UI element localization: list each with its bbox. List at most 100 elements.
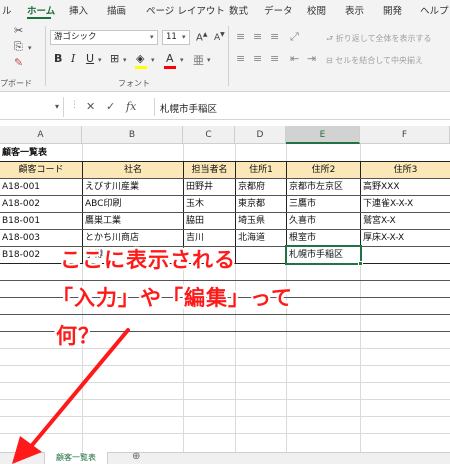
merge-center-button[interactable]: ⊟ セルを結合して中央揃え <box>326 55 423 66</box>
table-cell[interactable]: 三鷹市 <box>287 196 360 212</box>
borders-icon[interactable]: ⊞ <box>110 52 119 65</box>
copy-icon[interactable]: ⎘ <box>14 40 23 54</box>
ribbon-divider <box>228 26 229 86</box>
align-middle-icon[interactable]: ≡ <box>253 30 262 43</box>
align-left-icon[interactable]: ≡ <box>236 52 245 65</box>
table-cell[interactable]: 鷹巣工業 <box>83 213 183 229</box>
chevron-down-icon[interactable]: ▾ <box>98 56 102 64</box>
sheet-title: 顧客一覧表 <box>2 148 48 158</box>
header-cell: 住所1 <box>236 162 286 178</box>
underline-icon[interactable]: U <box>86 52 94 65</box>
align-bottom-icon[interactable]: ≡ <box>270 30 279 43</box>
table-cell[interactable]: 京都市左京区 <box>287 179 360 195</box>
increase-font-icon[interactable]: A▲ <box>196 31 207 43</box>
column-header-e[interactable]: E <box>286 126 360 144</box>
cut-icon[interactable]: ✂ <box>14 24 23 37</box>
sheet-tab-bar: 顧客一覧表 ⊕ <box>0 451 450 464</box>
font-name-select[interactable]: 游ゴシック <box>50 30 158 45</box>
clipboard-group-label: プボード <box>0 79 32 88</box>
column-header-c[interactable]: C <box>183 126 235 144</box>
bold-icon[interactable]: B <box>54 52 62 65</box>
tab-review[interactable]: 校閲 <box>307 3 326 17</box>
orientation-icon[interactable]: ⤢ <box>290 30 299 44</box>
decrease-indent-icon[interactable]: ⇤ <box>290 52 299 65</box>
merge-center-label: セルを結合して中央揃え <box>335 56 424 65</box>
table-cell[interactable]: 脇田 <box>184 213 235 229</box>
align-right-icon[interactable]: ≡ <box>270 52 279 65</box>
table-cell[interactable]: A18-002 <box>0 196 82 212</box>
active-cell-border <box>285 245 362 265</box>
increase-indent-icon[interactable]: ⇥ <box>307 52 316 65</box>
align-top-icon[interactable]: ≡ <box>236 30 245 43</box>
font-color-swatch <box>164 66 176 69</box>
fill-handle[interactable] <box>358 261 363 266</box>
tab-home[interactable]: ホーム <box>27 3 55 17</box>
table-cell[interactable]: 根室市 <box>287 230 360 246</box>
table-cell[interactable]: えびす川産業 <box>83 179 183 195</box>
add-sheet-icon[interactable]: ⊕ <box>132 451 140 462</box>
chevron-down-icon[interactable]: ▾ <box>180 56 184 64</box>
format-painter-icon[interactable]: ✎ <box>14 56 23 69</box>
table-cell[interactable]: 厚床X-X-X <box>361 230 450 246</box>
fill-color-swatch <box>135 66 147 69</box>
header-cell: 顧客コード <box>0 162 82 178</box>
formula-input[interactable]: 札幌市手稲区 <box>160 101 217 115</box>
phonetic-icon[interactable]: 亜 <box>193 52 204 68</box>
fill-color-icon[interactable]: ◈ <box>136 52 144 65</box>
decrease-font-icon[interactable]: A▼ <box>214 31 225 43</box>
tab-data[interactable]: データ <box>264 3 293 17</box>
sheet-tab[interactable]: 顧客一覧表 <box>44 452 108 464</box>
column-header-b[interactable]: B <box>82 126 183 144</box>
chevron-down-icon[interactable]: ▾ <box>207 56 211 64</box>
chevron-down-icon[interactable]: ▾ <box>182 33 186 41</box>
function-icon[interactable]: fx <box>126 100 136 113</box>
column-header-d[interactable]: D <box>235 126 286 144</box>
active-tab-indicator <box>27 17 51 19</box>
font-group-label: フォント <box>118 79 150 88</box>
formula-divider <box>154 98 155 116</box>
tab-formulas[interactable]: 数式 <box>229 3 248 17</box>
tab-file[interactable]: ル <box>2 3 12 17</box>
column-header-f[interactable]: F <box>360 126 450 144</box>
font-color-icon[interactable]: A <box>166 52 174 65</box>
chevron-down-icon[interactable]: ▾ <box>150 33 154 41</box>
table-cell[interactable]: 下連雀X-X-X <box>361 196 450 212</box>
chevron-down-icon[interactable]: ▾ <box>55 102 59 111</box>
chevron-down-icon[interactable]: ▾ <box>123 56 127 64</box>
tab-help[interactable]: ヘルプ <box>420 3 449 17</box>
tab-draw[interactable]: 描画 <box>107 3 126 17</box>
cancel-icon[interactable]: ✕ <box>86 100 95 113</box>
drag-handle-icon[interactable]: ⋮ <box>70 100 79 110</box>
align-center-icon[interactable]: ≡ <box>253 52 262 65</box>
table-cell[interactable]: 京都府 <box>236 179 286 195</box>
tab-insert[interactable]: 挿入 <box>69 3 88 17</box>
column-header-a[interactable]: A <box>0 126 82 144</box>
formula-bar: ▾ ⋮ ✕ ✓ fx 札幌市手稲区 <box>0 94 450 120</box>
header-cell: 社名 <box>83 162 183 178</box>
wrap-text-button[interactable]: ⮐ 折り返して全体を表示する <box>326 33 432 47</box>
table-cell[interactable]: B18-001 <box>0 213 82 229</box>
italic-icon[interactable]: I <box>71 52 75 65</box>
table-cell[interactable]: A18-001 <box>0 179 82 195</box>
annotation-line-2: 「入力」や「編集」って <box>52 286 293 310</box>
ribbon-tab-bar: ル ホーム 挿入 描画 ページ レイアウト 数式 データ 校閲 表示 開発 ヘル… <box>0 0 450 20</box>
table-cell[interactable]: 東京都 <box>236 196 286 212</box>
table-cell[interactable]: 埼玉県 <box>236 213 286 229</box>
table-cell[interactable]: 高野XXX <box>361 179 450 195</box>
tab-page-layout[interactable]: ページ レイアウト <box>146 3 225 17</box>
table-cell[interactable]: 北海道 <box>236 230 286 246</box>
copy-dropdown-icon[interactable]: ▾ <box>28 44 32 52</box>
annotation-line-1: ここに表示される <box>60 248 236 272</box>
ribbon: ✂ ⎘ ✎ ▾ プボード 游ゴシック ▾ 11 ▾ A▲ A▼ B I U ▾ … <box>0 20 450 92</box>
tab-view[interactable]: 表示 <box>345 3 364 17</box>
table-cell[interactable]: 玉木 <box>184 196 235 212</box>
table-cell[interactable]: 鷲宮X-X <box>361 213 450 229</box>
check-icon[interactable]: ✓ <box>106 100 115 113</box>
ribbon-divider <box>45 26 46 86</box>
chevron-down-icon[interactable]: ▾ <box>151 56 155 64</box>
tab-developer[interactable]: 開発 <box>383 3 402 17</box>
table-cell[interactable]: 田野井 <box>184 179 235 195</box>
header-cell: 住所2 <box>287 162 360 178</box>
table-cell[interactable]: 久喜市 <box>287 213 360 229</box>
table-cell[interactable]: ABC印刷 <box>83 196 183 212</box>
